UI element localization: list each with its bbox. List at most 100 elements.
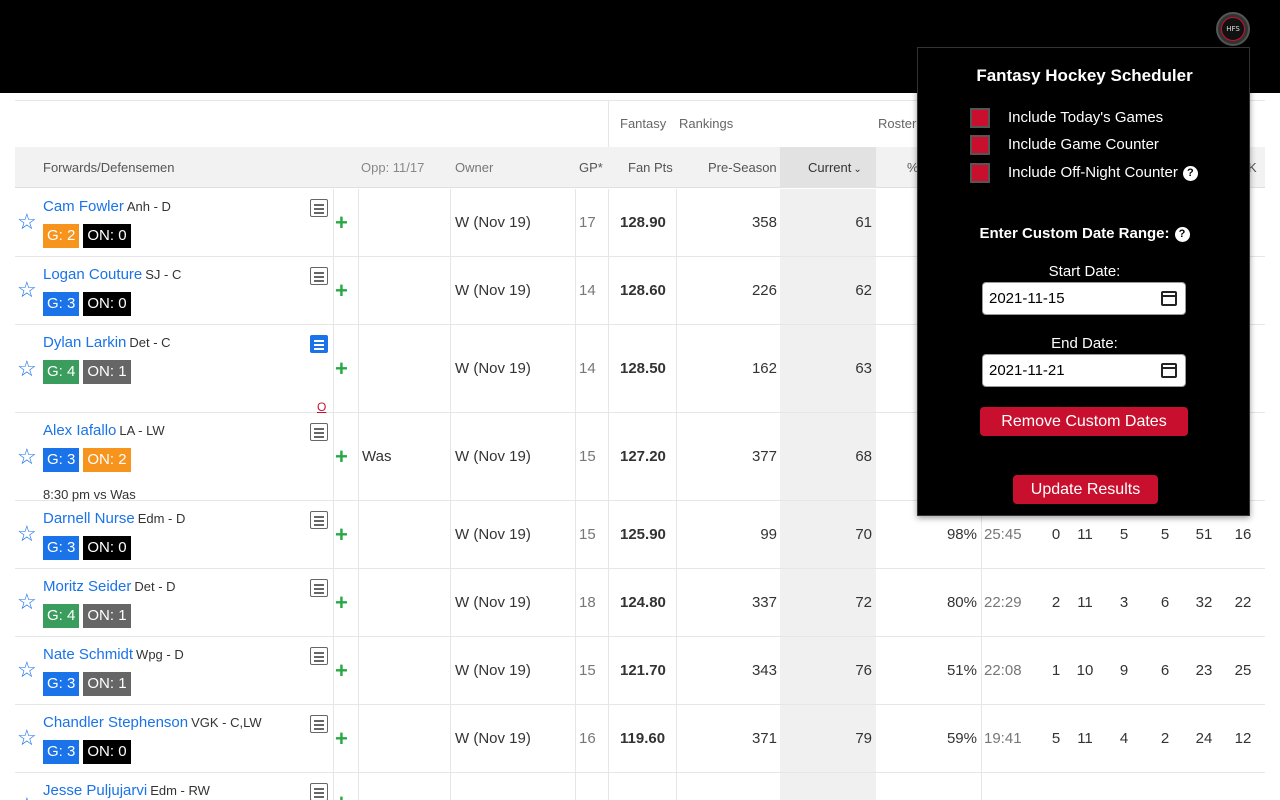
table-row: ☆ Jesse PuljujarviEdm - RW + bbox=[15, 773, 1265, 800]
checkbox-include-game-counter[interactable] bbox=[970, 135, 990, 155]
end-date-input[interactable]: 2021-11-21 bbox=[982, 354, 1186, 387]
add-player-icon[interactable]: + bbox=[335, 728, 348, 750]
favorite-star-icon[interactable]: ☆ bbox=[17, 446, 37, 468]
player-name-link[interactable]: Dylan Larkin bbox=[43, 334, 126, 351]
player-name-link[interactable]: Nate Schmidt bbox=[43, 646, 133, 663]
add-player-icon[interactable]: + bbox=[335, 446, 348, 468]
preseason-cell: 99 bbox=[760, 526, 777, 543]
notes-icon[interactable] bbox=[310, 647, 328, 665]
player-name-cell: Cam Fowler Anh - D bbox=[43, 198, 171, 215]
add-player-icon[interactable]: + bbox=[335, 592, 348, 614]
favorite-star-icon[interactable]: ☆ bbox=[17, 591, 37, 613]
favorite-star-icon[interactable]: ☆ bbox=[17, 279, 37, 301]
end-date-label: End Date: bbox=[1051, 335, 1118, 352]
favorite-star-icon[interactable]: ☆ bbox=[17, 358, 37, 380]
notes-icon[interactable] bbox=[310, 715, 328, 733]
remove-custom-dates-button[interactable]: Remove Custom Dates bbox=[980, 407, 1188, 436]
add-player-icon[interactable]: + bbox=[335, 280, 348, 302]
favorite-star-icon[interactable]: ☆ bbox=[17, 211, 37, 233]
notes-icon[interactable] bbox=[310, 423, 328, 441]
col-divider bbox=[450, 413, 451, 500]
player-name-link[interactable]: Cam Fowler bbox=[43, 198, 124, 215]
col-divider bbox=[450, 325, 451, 412]
group-divider bbox=[608, 100, 609, 147]
rostered-pct-cell: 59% bbox=[946, 730, 977, 747]
checkbox-label: Include Game Counter bbox=[1008, 136, 1159, 153]
help-icon[interactable]: ? bbox=[1174, 227, 1190, 242]
col-divider bbox=[450, 773, 451, 800]
injury-status[interactable]: O bbox=[317, 400, 326, 414]
col-divider bbox=[608, 705, 609, 772]
player-name-link[interactable]: Moritz Seider bbox=[43, 578, 131, 595]
col-divider bbox=[333, 501, 334, 568]
favorite-star-icon[interactable]: ☆ bbox=[17, 659, 37, 681]
stat-cell: 10 bbox=[1076, 662, 1094, 679]
favorite-star-icon[interactable]: ☆ bbox=[17, 727, 37, 749]
favorite-star-icon[interactable]: ☆ bbox=[17, 523, 37, 545]
stat-cell bbox=[1191, 773, 1217, 800]
table-row: ☆ Chandler Stephenson VGK - C,LW G: 3 ON:… bbox=[15, 705, 1265, 773]
extension-logo-icon: HFS bbox=[1221, 17, 1245, 41]
col-divider bbox=[358, 773, 359, 800]
preseason-cell bbox=[676, 773, 777, 800]
checkbox-include-off-night-counter[interactable] bbox=[970, 163, 990, 183]
badges: G: 3 ON: 0 bbox=[43, 536, 131, 560]
col-owner[interactable]: Owner bbox=[455, 147, 493, 188]
fanpts-cell: 128.60 bbox=[620, 282, 666, 299]
checkbox-include-todays-games[interactable] bbox=[970, 108, 990, 128]
start-date-input[interactable]: 2021-11-15 bbox=[982, 282, 1186, 315]
add-player-icon[interactable]: + bbox=[335, 358, 348, 380]
add-player-icon[interactable]: + bbox=[335, 524, 348, 546]
add-player-icon[interactable]: + bbox=[335, 660, 348, 682]
badges: G: 3 ON: 0 bbox=[43, 292, 131, 316]
player-name-link[interactable]: Alex Iafallo bbox=[43, 422, 116, 439]
col-preseason[interactable]: Pre-Season bbox=[708, 147, 777, 188]
col-divider bbox=[608, 501, 609, 568]
preseason-cell: 358 bbox=[751, 214, 777, 231]
popup-title: Fantasy Hockey Scheduler bbox=[976, 66, 1193, 85]
col-fanpts[interactable]: Fan Pts bbox=[628, 147, 673, 188]
notes-icon[interactable] bbox=[310, 783, 328, 800]
col-gp[interactable]: GP* bbox=[579, 147, 603, 188]
notes-icon[interactable] bbox=[310, 511, 328, 529]
col-current[interactable]: Current ⌄ bbox=[780, 147, 876, 188]
player-team-position: SJ - C bbox=[145, 267, 182, 282]
current-cell: 68 bbox=[855, 448, 872, 465]
player-name-link[interactable]: Chandler Stephenson bbox=[43, 714, 188, 731]
toi-cell: 22:29 bbox=[984, 594, 1022, 611]
player-name-cell: Alex Iafallo LA - LW bbox=[43, 422, 165, 439]
owner-cell: W (Nov 19) bbox=[455, 526, 531, 543]
badges: G: 4 ON: 1 bbox=[43, 360, 131, 384]
help-icon[interactable]: ? bbox=[1182, 166, 1198, 181]
extension-icon[interactable]: HFS bbox=[1216, 12, 1250, 46]
col-divider bbox=[575, 773, 576, 800]
col-divider bbox=[358, 569, 359, 636]
stat-cell: 2 bbox=[1051, 594, 1061, 611]
rostered-pct-cell: 80% bbox=[946, 594, 977, 611]
start-date-value: 2021-11-15 bbox=[989, 290, 1065, 307]
notes-icon[interactable] bbox=[310, 579, 328, 597]
add-player-icon[interactable]: + bbox=[335, 212, 348, 234]
col-opp[interactable]: Opp: 11/17 bbox=[361, 147, 424, 188]
notes-icon[interactable] bbox=[310, 199, 328, 217]
badges: G: 3 ON: 1 bbox=[43, 672, 131, 696]
fanpts-cell: 124.80 bbox=[620, 594, 666, 611]
custom-range-label: Enter Custom Date Range: bbox=[979, 225, 1170, 242]
notes-icon[interactable] bbox=[310, 335, 328, 353]
preseason-cell: 371 bbox=[751, 730, 777, 747]
preseason-cell: 377 bbox=[751, 448, 777, 465]
calendar-icon[interactable] bbox=[1161, 291, 1177, 306]
notes-icon[interactable] bbox=[310, 267, 328, 285]
player-name-link[interactable]: Darnell Nurse bbox=[43, 510, 135, 527]
player-name-link[interactable]: Jesse Puljujarvi bbox=[43, 782, 147, 799]
add-player-icon[interactable]: + bbox=[335, 792, 348, 800]
games-badge: G: 4 bbox=[43, 360, 80, 384]
games-badge: G: 3 bbox=[43, 448, 80, 472]
col-divider bbox=[608, 257, 609, 324]
favorite-star-icon[interactable]: ☆ bbox=[17, 795, 37, 800]
stat-cell bbox=[1045, 773, 1067, 800]
col-players[interactable]: Forwards/Defensemen bbox=[43, 147, 175, 188]
calendar-icon[interactable] bbox=[1161, 363, 1177, 378]
player-name-link[interactable]: Logan Couture bbox=[43, 266, 142, 283]
update-results-button[interactable]: Update Results bbox=[1013, 475, 1158, 504]
